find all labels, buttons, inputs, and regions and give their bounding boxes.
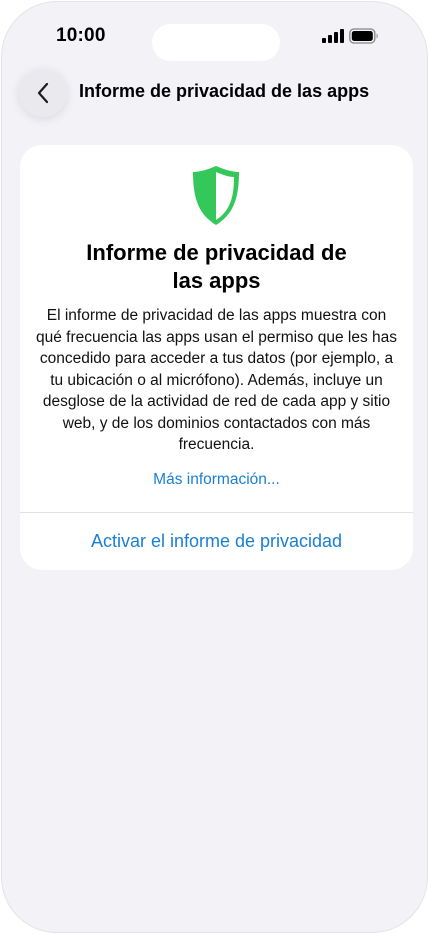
cellular-signal-icon — [322, 29, 344, 43]
dynamic-island — [152, 24, 280, 61]
status-time: 10:00 — [56, 25, 106, 46]
chevron-left-icon — [37, 82, 49, 104]
back-button[interactable] — [19, 69, 67, 117]
battery-icon — [349, 28, 378, 44]
status-bar: 10:00 — [2, 2, 427, 72]
activate-privacy-report-button[interactable]: Activar el informe de privacidad — [20, 513, 413, 570]
card-description: El informe de privacidad de las apps mue… — [35, 307, 398, 453]
nav-title: Informe de privacidad de las apps — [79, 81, 370, 101]
card-title: Informe de privacidad de las apps — [86, 240, 347, 293]
more-info-link[interactable]: Más información... — [20, 471, 413, 489]
privacy-report-card: Informe de privacidad de las apps El inf… — [20, 145, 413, 570]
phone-screen: 10:00 Informe de privacidad de las apps … — [1, 1, 428, 933]
shield-icon — [193, 166, 239, 225]
